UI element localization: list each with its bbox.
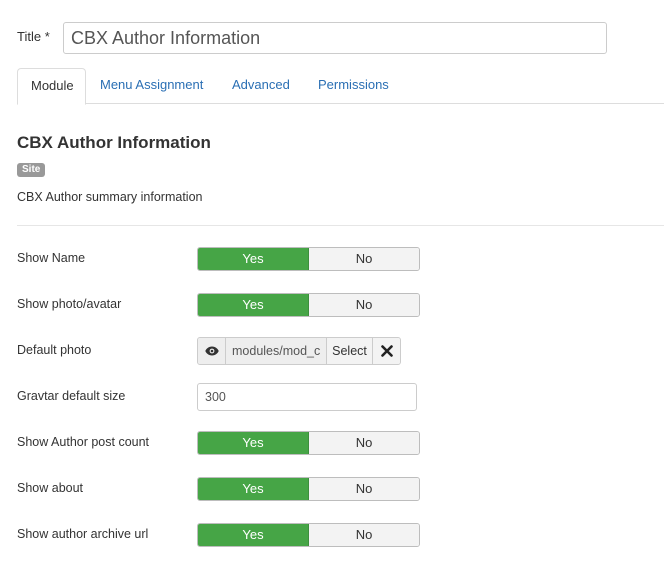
show-name-label: Show Name xyxy=(17,251,86,265)
site-badge: Site xyxy=(17,163,46,177)
title-input[interactable] xyxy=(63,22,607,54)
show-photo-no-button[interactable]: No xyxy=(309,294,419,316)
default-photo-label: Default photo xyxy=(17,343,92,357)
show-about-toggle: Yes No xyxy=(197,477,420,501)
select-button[interactable]: Select xyxy=(327,338,373,364)
preview-button[interactable] xyxy=(198,338,226,364)
show-post-count-label: Show Author post count xyxy=(17,435,150,449)
clear-button[interactable] xyxy=(373,338,400,364)
tab-menu-assignment[interactable]: Menu Assignment xyxy=(87,68,216,104)
tab-module[interactable]: Module xyxy=(17,68,86,105)
tab-advanced[interactable]: Advanced xyxy=(219,68,303,104)
default-photo-media-field: modules/mod_c Select xyxy=(197,337,401,365)
show-post-count-no-button[interactable]: No xyxy=(309,432,419,454)
show-photo-label: Show photo/avatar xyxy=(17,297,122,311)
show-name-toggle: Yes No xyxy=(197,247,420,271)
show-about-yes-button[interactable]: Yes xyxy=(198,478,309,500)
show-archive-url-no-button[interactable]: No xyxy=(309,524,419,546)
show-name-no-button[interactable]: No xyxy=(309,248,419,270)
divider xyxy=(17,225,664,226)
module-title: CBX Author Information xyxy=(17,133,211,152)
show-post-count-toggle: Yes No xyxy=(197,431,420,455)
show-photo-toggle: Yes No xyxy=(197,293,420,317)
tab-bar: Module Menu Assignment Advanced Permissi… xyxy=(17,68,664,105)
show-archive-url-toggle: Yes No xyxy=(197,523,420,547)
eye-icon xyxy=(204,346,219,356)
default-photo-path: modules/mod_c xyxy=(226,338,327,364)
gravatar-size-input[interactable] xyxy=(197,383,417,411)
gravatar-size-label: Gravtar default size xyxy=(17,389,126,403)
show-about-label: Show about xyxy=(17,481,84,495)
show-post-count-yes-button[interactable]: Yes xyxy=(198,432,309,454)
show-photo-yes-button[interactable]: Yes xyxy=(198,294,309,316)
title-label: Title * xyxy=(17,29,50,44)
show-about-no-button[interactable]: No xyxy=(309,478,419,500)
show-archive-url-yes-button[interactable]: Yes xyxy=(198,524,309,546)
show-archive-url-label: Show author archive url xyxy=(17,527,149,541)
show-name-yes-button[interactable]: Yes xyxy=(198,248,309,270)
close-icon xyxy=(380,345,393,357)
module-description: CBX Author summary information xyxy=(17,190,203,204)
tab-permissions[interactable]: Permissions xyxy=(305,68,402,104)
